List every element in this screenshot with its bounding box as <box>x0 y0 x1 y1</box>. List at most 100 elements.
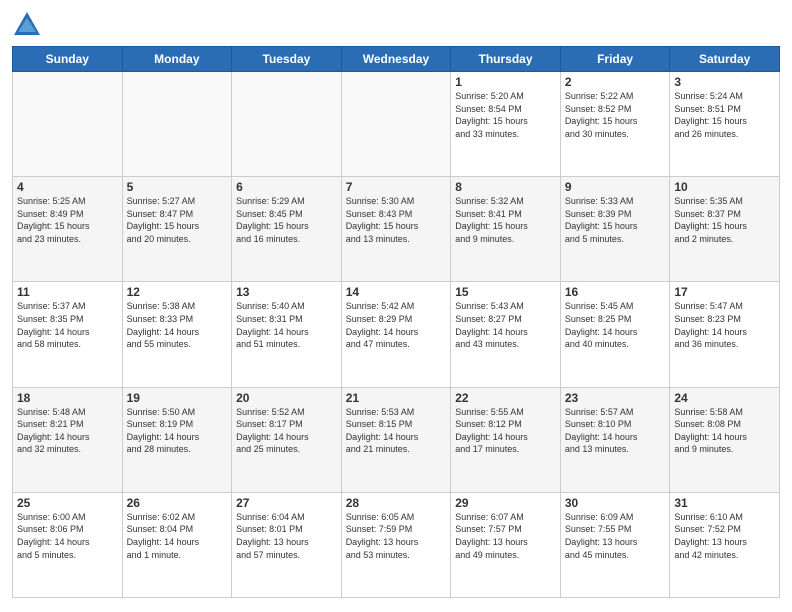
calendar-cell: 9Sunrise: 5:33 AM Sunset: 8:39 PM Daylig… <box>560 177 670 282</box>
calendar-cell: 7Sunrise: 5:30 AM Sunset: 8:43 PM Daylig… <box>341 177 451 282</box>
calendar-cell: 23Sunrise: 5:57 AM Sunset: 8:10 PM Dayli… <box>560 387 670 492</box>
day-info: Sunrise: 5:25 AM Sunset: 8:49 PM Dayligh… <box>17 195 118 245</box>
calendar-cell: 18Sunrise: 5:48 AM Sunset: 8:21 PM Dayli… <box>13 387 123 492</box>
calendar-week-row: 1Sunrise: 5:20 AM Sunset: 8:54 PM Daylig… <box>13 72 780 177</box>
header <box>12 10 780 40</box>
day-number: 20 <box>236 391 337 405</box>
day-info: Sunrise: 5:27 AM Sunset: 8:47 PM Dayligh… <box>127 195 228 245</box>
calendar-cell: 26Sunrise: 6:02 AM Sunset: 8:04 PM Dayli… <box>122 492 232 597</box>
day-number: 2 <box>565 75 666 89</box>
day-info: Sunrise: 5:40 AM Sunset: 8:31 PM Dayligh… <box>236 300 337 350</box>
day-info: Sunrise: 6:00 AM Sunset: 8:06 PM Dayligh… <box>17 511 118 561</box>
calendar-cell: 17Sunrise: 5:47 AM Sunset: 8:23 PM Dayli… <box>670 282 780 387</box>
day-info: Sunrise: 5:45 AM Sunset: 8:25 PM Dayligh… <box>565 300 666 350</box>
logo <box>12 10 46 40</box>
day-info: Sunrise: 5:33 AM Sunset: 8:39 PM Dayligh… <box>565 195 666 245</box>
day-number: 21 <box>346 391 447 405</box>
day-number: 10 <box>674 180 775 194</box>
day-number: 29 <box>455 496 556 510</box>
calendar-cell <box>341 72 451 177</box>
day-number: 6 <box>236 180 337 194</box>
day-number: 18 <box>17 391 118 405</box>
day-number: 8 <box>455 180 556 194</box>
page: SundayMondayTuesdayWednesdayThursdayFrid… <box>0 0 792 612</box>
calendar-cell: 20Sunrise: 5:52 AM Sunset: 8:17 PM Dayli… <box>232 387 342 492</box>
day-info: Sunrise: 5:52 AM Sunset: 8:17 PM Dayligh… <box>236 406 337 456</box>
calendar-cell: 19Sunrise: 5:50 AM Sunset: 8:19 PM Dayli… <box>122 387 232 492</box>
day-info: Sunrise: 5:53 AM Sunset: 8:15 PM Dayligh… <box>346 406 447 456</box>
day-info: Sunrise: 5:55 AM Sunset: 8:12 PM Dayligh… <box>455 406 556 456</box>
calendar-cell: 24Sunrise: 5:58 AM Sunset: 8:08 PM Dayli… <box>670 387 780 492</box>
day-number: 15 <box>455 285 556 299</box>
day-info: Sunrise: 5:32 AM Sunset: 8:41 PM Dayligh… <box>455 195 556 245</box>
day-info: Sunrise: 5:47 AM Sunset: 8:23 PM Dayligh… <box>674 300 775 350</box>
weekday-header: Sunday <box>13 47 123 72</box>
calendar-cell: 8Sunrise: 5:32 AM Sunset: 8:41 PM Daylig… <box>451 177 561 282</box>
calendar-cell: 30Sunrise: 6:09 AM Sunset: 7:55 PM Dayli… <box>560 492 670 597</box>
day-info: Sunrise: 5:35 AM Sunset: 8:37 PM Dayligh… <box>674 195 775 245</box>
calendar-cell: 5Sunrise: 5:27 AM Sunset: 8:47 PM Daylig… <box>122 177 232 282</box>
calendar-cell: 11Sunrise: 5:37 AM Sunset: 8:35 PM Dayli… <box>13 282 123 387</box>
day-info: Sunrise: 5:38 AM Sunset: 8:33 PM Dayligh… <box>127 300 228 350</box>
calendar-week-row: 11Sunrise: 5:37 AM Sunset: 8:35 PM Dayli… <box>13 282 780 387</box>
weekday-header: Thursday <box>451 47 561 72</box>
calendar-week-row: 18Sunrise: 5:48 AM Sunset: 8:21 PM Dayli… <box>13 387 780 492</box>
day-number: 30 <box>565 496 666 510</box>
calendar-cell: 1Sunrise: 5:20 AM Sunset: 8:54 PM Daylig… <box>451 72 561 177</box>
weekday-header: Wednesday <box>341 47 451 72</box>
calendar-cell: 4Sunrise: 5:25 AM Sunset: 8:49 PM Daylig… <box>13 177 123 282</box>
day-info: Sunrise: 5:50 AM Sunset: 8:19 PM Dayligh… <box>127 406 228 456</box>
calendar-cell: 12Sunrise: 5:38 AM Sunset: 8:33 PM Dayli… <box>122 282 232 387</box>
calendar-cell: 3Sunrise: 5:24 AM Sunset: 8:51 PM Daylig… <box>670 72 780 177</box>
weekday-header: Tuesday <box>232 47 342 72</box>
logo-icon <box>12 10 42 40</box>
day-number: 24 <box>674 391 775 405</box>
day-info: Sunrise: 6:02 AM Sunset: 8:04 PM Dayligh… <box>127 511 228 561</box>
calendar-cell: 15Sunrise: 5:43 AM Sunset: 8:27 PM Dayli… <box>451 282 561 387</box>
day-number: 19 <box>127 391 228 405</box>
calendar-cell: 25Sunrise: 6:00 AM Sunset: 8:06 PM Dayli… <box>13 492 123 597</box>
day-info: Sunrise: 6:04 AM Sunset: 8:01 PM Dayligh… <box>236 511 337 561</box>
calendar-cell: 2Sunrise: 5:22 AM Sunset: 8:52 PM Daylig… <box>560 72 670 177</box>
day-number: 27 <box>236 496 337 510</box>
day-number: 3 <box>674 75 775 89</box>
calendar-week-row: 4Sunrise: 5:25 AM Sunset: 8:49 PM Daylig… <box>13 177 780 282</box>
calendar-cell: 29Sunrise: 6:07 AM Sunset: 7:57 PM Dayli… <box>451 492 561 597</box>
day-number: 4 <box>17 180 118 194</box>
day-number: 7 <box>346 180 447 194</box>
calendar-cell: 10Sunrise: 5:35 AM Sunset: 8:37 PM Dayli… <box>670 177 780 282</box>
calendar-cell: 28Sunrise: 6:05 AM Sunset: 7:59 PM Dayli… <box>341 492 451 597</box>
day-info: Sunrise: 5:48 AM Sunset: 8:21 PM Dayligh… <box>17 406 118 456</box>
calendar-cell: 16Sunrise: 5:45 AM Sunset: 8:25 PM Dayli… <box>560 282 670 387</box>
day-info: Sunrise: 6:10 AM Sunset: 7:52 PM Dayligh… <box>674 511 775 561</box>
day-info: Sunrise: 5:20 AM Sunset: 8:54 PM Dayligh… <box>455 90 556 140</box>
weekday-header-row: SundayMondayTuesdayWednesdayThursdayFrid… <box>13 47 780 72</box>
weekday-header: Monday <box>122 47 232 72</box>
day-number: 14 <box>346 285 447 299</box>
calendar-cell: 22Sunrise: 5:55 AM Sunset: 8:12 PM Dayli… <box>451 387 561 492</box>
day-info: Sunrise: 5:58 AM Sunset: 8:08 PM Dayligh… <box>674 406 775 456</box>
day-number: 12 <box>127 285 228 299</box>
day-number: 1 <box>455 75 556 89</box>
calendar-cell: 21Sunrise: 5:53 AM Sunset: 8:15 PM Dayli… <box>341 387 451 492</box>
calendar-cell: 27Sunrise: 6:04 AM Sunset: 8:01 PM Dayli… <box>232 492 342 597</box>
day-info: Sunrise: 6:07 AM Sunset: 7:57 PM Dayligh… <box>455 511 556 561</box>
calendar-cell <box>232 72 342 177</box>
calendar-cell: 13Sunrise: 5:40 AM Sunset: 8:31 PM Dayli… <box>232 282 342 387</box>
calendar-table: SundayMondayTuesdayWednesdayThursdayFrid… <box>12 46 780 598</box>
day-number: 17 <box>674 285 775 299</box>
calendar-cell <box>122 72 232 177</box>
day-info: Sunrise: 5:29 AM Sunset: 8:45 PM Dayligh… <box>236 195 337 245</box>
day-info: Sunrise: 5:30 AM Sunset: 8:43 PM Dayligh… <box>346 195 447 245</box>
day-number: 23 <box>565 391 666 405</box>
day-info: Sunrise: 5:57 AM Sunset: 8:10 PM Dayligh… <box>565 406 666 456</box>
day-number: 5 <box>127 180 228 194</box>
day-info: Sunrise: 5:24 AM Sunset: 8:51 PM Dayligh… <box>674 90 775 140</box>
day-info: Sunrise: 5:22 AM Sunset: 8:52 PM Dayligh… <box>565 90 666 140</box>
calendar-week-row: 25Sunrise: 6:00 AM Sunset: 8:06 PM Dayli… <box>13 492 780 597</box>
weekday-header: Friday <box>560 47 670 72</box>
weekday-header: Saturday <box>670 47 780 72</box>
calendar-cell <box>13 72 123 177</box>
day-number: 16 <box>565 285 666 299</box>
day-number: 31 <box>674 496 775 510</box>
